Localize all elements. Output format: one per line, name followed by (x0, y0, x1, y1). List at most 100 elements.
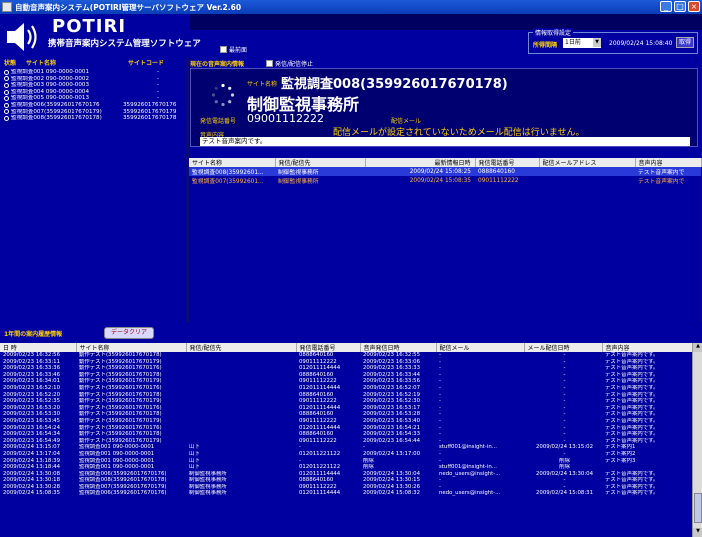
col-header[interactable]: 日 時 (0, 343, 77, 352)
table-row[interactable]: 2009/02/24 13:15:07 監視調査001 090-0000-0001… (0, 444, 692, 451)
table-cell: 動作テスト(359926017670178) (79, 352, 162, 358)
table-cell: 012011114444 (299, 404, 341, 411)
table-cell: 09011112222 (299, 483, 337, 490)
table-row[interactable]: 2009/02/23 16:34:01 動作テスト(359926017670179… (0, 378, 692, 385)
table-cell: テスト音声案内です。 (605, 384, 659, 391)
table-cell: テスト音声案内です。 (605, 424, 659, 431)
table-cell: テスト音声案内です。 (605, 411, 659, 418)
table-cell: 2009/02/23 16:33:44 (363, 371, 420, 378)
col-header[interactable]: 配信メールアドレス (539, 158, 636, 167)
table-cell: テスト音声案内です。 (605, 352, 659, 358)
table-cell: 動作テスト(359926017670179) (79, 378, 162, 385)
data-clear-button[interactable]: データクリア (104, 327, 154, 339)
maximize-button[interactable]: □ (674, 1, 686, 12)
table-cell: テスト音声案内です。 (605, 398, 659, 405)
list-item[interactable]: 監視調査007(359926017670179) 359926017670179 (0, 109, 186, 116)
table-cell: stuff001@insight-in... (439, 464, 497, 471)
chevron-down-icon[interactable]: ▼ (593, 38, 601, 47)
front-checkbox-box[interactable] (220, 46, 227, 53)
table-row[interactable]: 2009/02/23 16:33:36 動作テスト(359926017670176… (0, 365, 692, 372)
list-item[interactable]: 監視調査002 090-0000-0002- (0, 76, 186, 83)
current-info-panel: 現在の音声案内情報 発信/配信停止 サイト名称 監視調査008(35992601… (189, 58, 701, 158)
table-cell (186, 385, 296, 392)
table-row[interactable]: 監視調査007(35992601... 制御監視事務所 2009/02/24 1… (189, 176, 701, 186)
col-header[interactable]: 音声内容 (635, 158, 702, 167)
col-header[interactable]: 配信メール (436, 343, 525, 352)
table-cell: テスト音声案内です。 (605, 391, 659, 398)
col-header[interactable]: 発信電話番号 (475, 158, 540, 167)
col-header[interactable]: メール配信日時 (524, 343, 603, 352)
minimize-button[interactable]: _ (660, 1, 672, 12)
table-cell (186, 411, 296, 418)
table-row[interactable]: 2009/02/24 15:08:35 監視調査006(3599260176701… (0, 490, 692, 497)
table-cell: nedo_users@insight-... (439, 490, 501, 497)
table-cell (186, 418, 296, 425)
table-cell: テスト音声案内です。 (605, 470, 659, 477)
table-row[interactable]: 2009/02/23 16:33:46 動作テスト(359926017670178… (0, 372, 692, 379)
table-row[interactable]: 2009/02/24 13:30:18 監視調査008(3599260176701… (0, 477, 692, 484)
fetch-button[interactable]: 取得 (676, 37, 694, 48)
col-header[interactable]: 発信/配信先 (186, 343, 297, 352)
col-header[interactable]: 最新情報日時 (365, 158, 476, 167)
col-header[interactable]: 発信電話番号 (296, 343, 361, 352)
list-item[interactable]: 監視調査003 090-0000-0003- (0, 82, 186, 89)
list-item[interactable]: 監視調査001 090-0000-0001- (0, 69, 186, 76)
col-header[interactable]: サイト名称 (189, 158, 276, 167)
table-row[interactable]: 2009/02/23 16:53:45 動作テスト(359926017670179… (0, 418, 692, 425)
col-header[interactable]: 音声内容 (602, 343, 693, 352)
table-row[interactable]: 2009/02/23 16:53:30 動作テスト(359926017670178… (0, 411, 692, 418)
front-checkbox[interactable]: 最前面 (220, 45, 247, 54)
table-row[interactable]: 2009/02/23 16:52:20 動作テスト(359926017670178… (0, 392, 692, 399)
table-cell: - (563, 384, 566, 391)
current-info-box: サイト名称 監視調査008(359926017670178) 制御監視事務所 発… (190, 68, 698, 147)
table-row[interactable]: 2009/02/23 16:54:24 動作テスト(359926017670176… (0, 425, 692, 432)
col-status: 状態 (4, 60, 17, 67)
table-cell: stuff001@insight-in... (439, 444, 497, 451)
table-cell: 監視調査006(359926017670176) (79, 490, 167, 497)
table-cell: テスト音声案内です。 (605, 490, 659, 497)
table-row[interactable]: 監視調査008(35992601... 制御監視事務所 2009/02/24 1… (189, 167, 701, 176)
table-cell: - (563, 411, 566, 418)
table-cell: 2009/02/23 16:33:33 (363, 365, 420, 372)
scroll-up-icon[interactable]: ▲ (693, 343, 702, 352)
stop-checkbox-box[interactable] (266, 60, 273, 67)
table-cell: 動作テスト(359926017670179) (79, 398, 162, 405)
table-cell: - (439, 457, 441, 464)
table-cell: 2009/02/23 16:52:20 (3, 391, 60, 398)
table-row[interactable]: 2009/02/24 13:30:08 監視調査006(3599260176701… (0, 471, 692, 478)
scroll-thumb[interactable] (694, 493, 702, 523)
scroll-down-icon[interactable]: ▼ (693, 528, 702, 537)
table-cell: 012011114444 (299, 424, 341, 431)
table-row[interactable]: 2009/02/23 16:33:11 動作テスト(359926017670179… (0, 359, 692, 366)
col-header[interactable]: 発信/配信先 (275, 158, 366, 167)
table-row[interactable]: 2009/02/24 13:30:28 監視調査007(3599260176701… (0, 484, 692, 491)
table-row[interactable]: 2009/02/24 13:17:04 監視調査001 090-0000-0001… (0, 451, 692, 458)
table-row[interactable]: 2009/02/23 16:52:35 動作テスト(359926017670179… (0, 398, 692, 405)
col-header[interactable]: サイト名称 (76, 343, 187, 352)
front-label: 最前面 (229, 47, 248, 54)
close-button[interactable]: × (688, 1, 700, 12)
table-cell (186, 378, 296, 385)
table-cell: 動作テスト(359926017670178) (79, 391, 162, 398)
table-row[interactable]: 2009/02/24 13:18:44 監視調査001 090-0000-0001… (0, 464, 692, 471)
window-title: 自動音声案内システム(POTIRI管理サーバソフトウェア Ver.2.60 (15, 2, 242, 12)
table-row[interactable]: 2009/02/24 13:18:39 監視調査001 090-0000-0001… (0, 458, 692, 465)
list-item[interactable]: 監視調査008(359926017670178) 359926017670178 (0, 115, 186, 122)
stop-checkbox[interactable]: 発信/配信停止 (266, 59, 313, 68)
interval-select[interactable]: 1日前 ▼ (563, 38, 601, 48)
col-header[interactable]: 音声発信日時 (360, 343, 437, 352)
phone-label: 発信電話番号 (200, 118, 237, 125)
table-row[interactable]: 2009/02/23 16:54:34 動作テスト(359926017670178… (0, 431, 692, 438)
history-panel: 日 時 サイト名称 発信/配信先 発信電話番号 音声発信日時 配信メール メール… (0, 343, 702, 537)
table-row[interactable]: 2009/02/23 16:32:56 動作テスト(359926017670178… (0, 352, 692, 359)
list-item[interactable]: 監視調査006(359926017670176 359926017670176 (0, 102, 186, 109)
table-cell: 2009/02/23 16:54:24 (3, 424, 60, 431)
current-header: 現在の音声案内情報 (190, 61, 245, 68)
history-scrollbar[interactable]: ▲ ▼ (692, 343, 702, 537)
table-row[interactable]: 2009/02/23 16:54:49 動作テスト(359926017670179… (0, 438, 692, 445)
list-item[interactable]: 監視調査004 090-0000-0004- (0, 89, 186, 96)
list-item[interactable]: 監視調査005 090-0000-0013- (0, 95, 186, 102)
table-row[interactable]: 2009/02/23 16:52:10 動作テスト(359926017670176… (0, 385, 692, 392)
table-row[interactable]: 2009/02/23 16:53:20 動作テスト(359926017670176… (0, 405, 692, 412)
table-cell: 動作テスト(359926017670176) (79, 424, 162, 431)
